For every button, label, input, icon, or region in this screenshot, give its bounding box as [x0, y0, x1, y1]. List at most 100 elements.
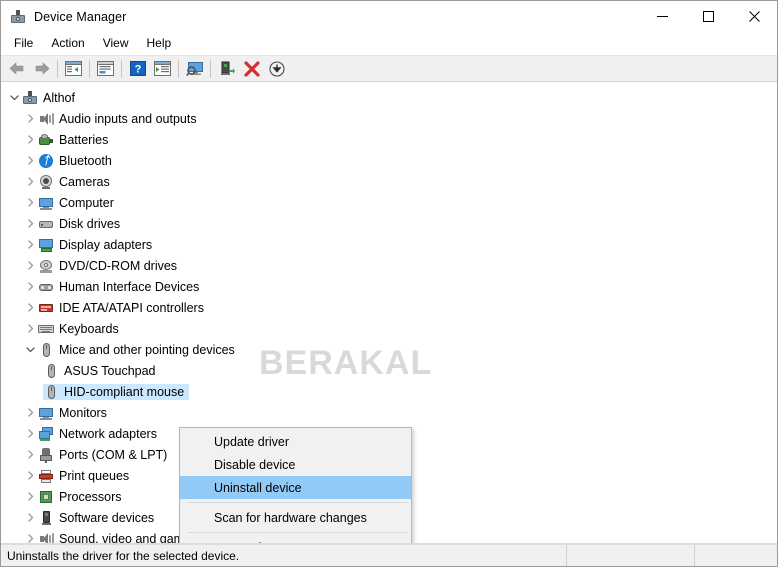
toolbar: ?	[1, 55, 777, 82]
chevron-right-icon[interactable]	[22, 132, 38, 148]
tree-item-dvd-cd-rom-drives[interactable]: DVD/CD-ROM drives	[1, 255, 777, 276]
disk-drive-icon	[38, 216, 54, 232]
chevron-right-icon[interactable]	[22, 300, 38, 316]
toolbar-separator	[178, 60, 179, 78]
tree-item-keyboards[interactable]: Keyboards	[1, 318, 777, 339]
tree-item-label: Batteries	[59, 132, 108, 148]
tree-item-bluetooth[interactable]: ᛏ Bluetooth	[1, 150, 777, 171]
menu-file[interactable]: File	[5, 33, 42, 54]
monitor-icon	[38, 405, 54, 421]
tree-item-disk-drives[interactable]: Disk drives	[1, 213, 777, 234]
title-bar: Device Manager	[1, 1, 777, 32]
bluetooth-icon: ᛏ	[38, 153, 54, 169]
tree-item-label: Monitors	[59, 405, 107, 421]
tree-item-label: HID-compliant mouse	[64, 384, 184, 400]
processor-icon	[38, 489, 54, 505]
chevron-right-icon[interactable]	[22, 405, 38, 421]
chevron-right-icon[interactable]	[22, 531, 38, 545]
dvd-drive-icon	[38, 258, 54, 274]
device-tree-panel[interactable]: BERAKAL Althof Audio inputs and outputs	[1, 82, 777, 544]
tree-item-label: Bluetooth	[59, 153, 112, 169]
uninstall-device-icon[interactable]	[239, 57, 264, 80]
software-device-icon	[38, 510, 54, 526]
chevron-right-icon[interactable]	[22, 195, 38, 211]
chevron-right-icon[interactable]	[22, 447, 38, 463]
computer-root-icon	[22, 90, 38, 106]
tree-item-label: Mice and other pointing devices	[59, 342, 235, 358]
chevron-right-icon[interactable]	[22, 111, 38, 127]
menu-view[interactable]: View	[94, 33, 138, 54]
chevron-right-icon[interactable]	[22, 174, 38, 190]
close-button[interactable]	[731, 1, 777, 32]
minimize-button[interactable]	[639, 1, 685, 32]
chevron-right-icon[interactable]	[22, 510, 38, 526]
tree-item-label: DVD/CD-ROM drives	[59, 258, 177, 274]
chevron-down-icon[interactable]	[22, 342, 38, 358]
toolbar-separator	[210, 60, 211, 78]
speaker-icon	[38, 531, 54, 545]
chevron-down-icon[interactable]	[6, 90, 22, 106]
tree-item-human-interface-devices[interactable]: Human Interface Devices	[1, 276, 777, 297]
tree-item-label: Ports (COM & LPT)	[59, 447, 167, 463]
chevron-right-icon[interactable]	[22, 216, 38, 232]
tree-item-label: Audio inputs and outputs	[59, 111, 197, 127]
enable-device-icon[interactable]	[214, 57, 239, 80]
show-hide-console-tree-icon[interactable]	[61, 57, 86, 80]
chevron-right-icon[interactable]	[22, 279, 38, 295]
hid-gamepad-icon	[38, 279, 54, 295]
context-menu-item-disable-device[interactable]: Disable device	[180, 453, 411, 476]
mouse-icon	[43, 363, 59, 379]
svg-text:?: ?	[134, 64, 141, 76]
maximize-button[interactable]	[685, 1, 731, 32]
properties-icon[interactable]	[93, 57, 118, 80]
context-menu-separator	[188, 502, 407, 503]
context-menu-item-scan-for-hardware-changes[interactable]: Scan for hardware changes	[180, 506, 411, 529]
tree-item-batteries[interactable]: Batteries	[1, 129, 777, 150]
scan-for-hardware-changes-icon[interactable]	[182, 57, 207, 80]
tree-item-monitors[interactable]: Monitors	[1, 402, 777, 423]
context-menu-separator	[188, 532, 407, 533]
chevron-right-icon[interactable]	[22, 489, 38, 505]
toolbar-separator	[121, 60, 122, 78]
tree-item-display-adapters[interactable]: Display adapters	[1, 234, 777, 255]
window-title: Device Manager	[34, 10, 126, 24]
tree-item-label: Processors	[59, 489, 122, 505]
tree-item-label: Display adapters	[59, 237, 152, 253]
chevron-right-icon[interactable]	[22, 321, 38, 337]
menu-help[interactable]: Help	[138, 33, 181, 54]
tree-item-asus-touchpad[interactable]: ASUS Touchpad	[1, 360, 777, 381]
tree-item-label: Cameras	[59, 174, 110, 190]
context-menu-item-uninstall-device[interactable]: Uninstall device	[180, 476, 411, 499]
tree-item-label: Disk drives	[59, 216, 120, 232]
tree-item-label: Computer	[59, 195, 114, 211]
port-icon	[38, 447, 54, 463]
tree-item-label: Keyboards	[59, 321, 119, 337]
tree-item-computer[interactable]: Computer	[1, 192, 777, 213]
chevron-right-icon[interactable]	[22, 426, 38, 442]
context-menu-item-properties[interactable]: Properties	[180, 536, 411, 544]
tree-item-hid-compliant-mouse[interactable]: HID-compliant mouse	[1, 381, 777, 402]
back-arrow-icon[interactable]	[4, 57, 29, 80]
chevron-right-icon[interactable]	[22, 258, 38, 274]
toolbar-separator	[89, 60, 90, 78]
tree-item-label: IDE ATA/ATAPI controllers	[59, 300, 204, 316]
context-menu-item-update-driver[interactable]: Update driver	[180, 430, 411, 453]
update-driver-icon[interactable]	[150, 57, 175, 80]
menu-action[interactable]: Action	[42, 33, 93, 54]
help-icon[interactable]: ?	[125, 57, 150, 80]
chevron-right-icon[interactable]	[22, 468, 38, 484]
tree-item-mice-and-other-pointing-devices[interactable]: Mice and other pointing devices	[1, 339, 777, 360]
chevron-right-icon[interactable]	[22, 237, 38, 253]
camera-icon	[38, 174, 54, 190]
chevron-right-icon[interactable]	[22, 153, 38, 169]
disable-device-icon[interactable]	[264, 57, 289, 80]
tree-item-ide-ata-atapi-controllers[interactable]: IDE ATA/ATAPI controllers	[1, 297, 777, 318]
menu-bar: File Action View Help	[1, 32, 777, 55]
tree-item-audio-inputs-and-outputs[interactable]: Audio inputs and outputs	[1, 108, 777, 129]
speaker-icon	[38, 111, 54, 127]
tree-item-althof[interactable]: Althof	[1, 87, 777, 108]
context-menu[interactable]: Update driver Disable device Uninstall d…	[179, 427, 412, 544]
tree-item-cameras[interactable]: Cameras	[1, 171, 777, 192]
forward-arrow-icon[interactable]	[29, 57, 54, 80]
device-manager-icon	[10, 9, 26, 25]
